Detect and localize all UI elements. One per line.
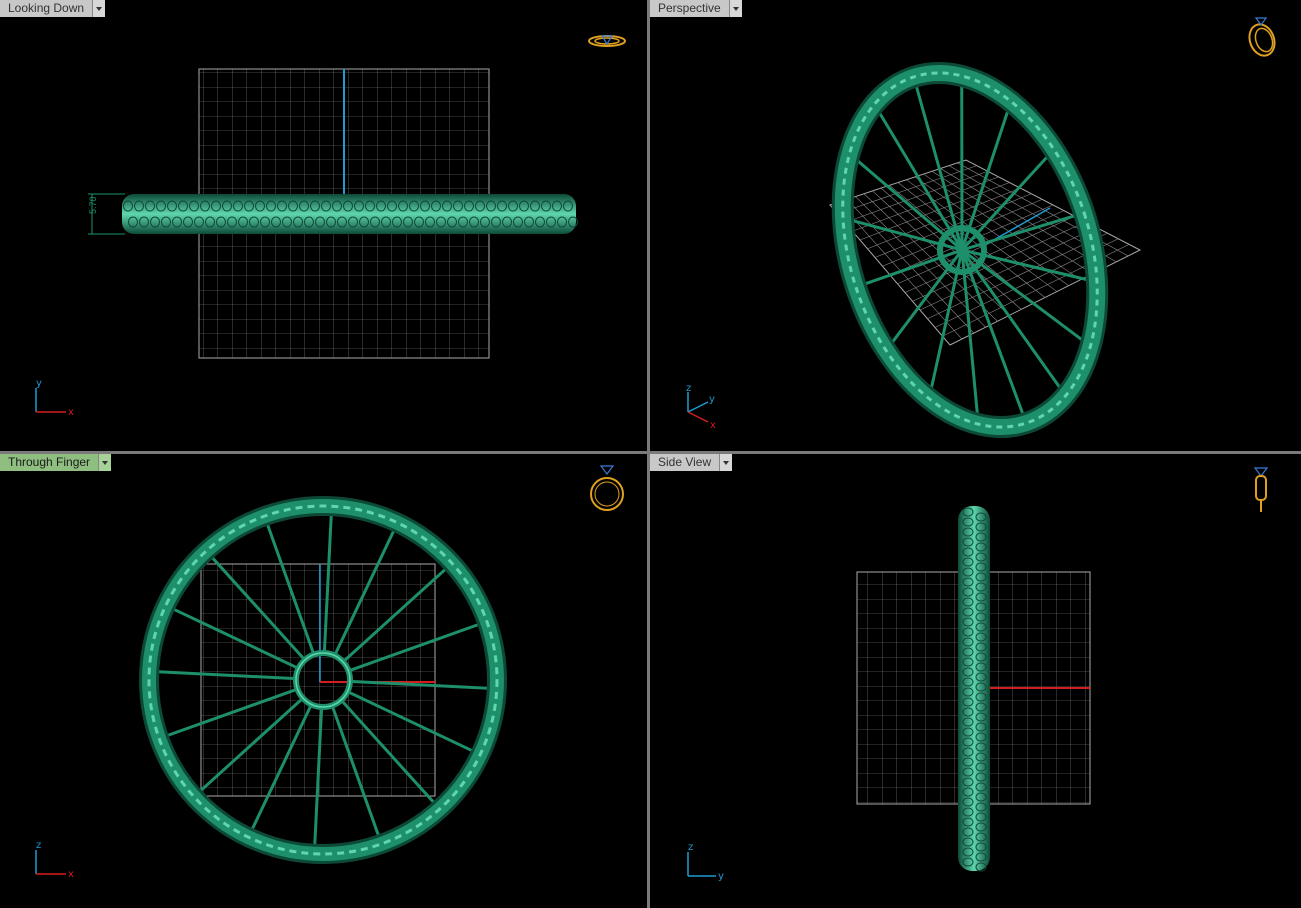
- viewport-through-finger[interactable]: z x Through Finger: [0, 454, 647, 908]
- viewport-tab-perspective[interactable]: Perspective: [650, 0, 742, 17]
- viewport-title: Perspective: [650, 0, 729, 17]
- svg-text:z: z: [36, 840, 41, 851]
- ring-band: [122, 194, 576, 234]
- ring-spokes: [842, 75, 1098, 425]
- svg-text:y: y: [709, 394, 715, 405]
- viewport-scene: z x: [35, 496, 507, 880]
- svg-text:x: x: [68, 869, 74, 880]
- axis-triad: z y: [687, 842, 724, 882]
- chevron-down-icon[interactable]: [719, 454, 733, 471]
- viewport-tab-looking-down[interactable]: Looking Down: [0, 0, 106, 17]
- viewport-scene: z y x: [686, 61, 1142, 439]
- svg-text:z: z: [688, 842, 693, 853]
- axis-triad: z x: [35, 840, 74, 880]
- ring-side-icon: [1253, 467, 1269, 512]
- chevron-down-icon[interactable]: [98, 454, 112, 471]
- dimension-label: 5.70: [88, 196, 98, 214]
- viewport-scene: 5.70 y x: [35, 68, 578, 418]
- svg-text:x: x: [68, 407, 74, 418]
- axis-triad: y x: [35, 378, 74, 418]
- viewport-looking-down[interactable]: 5.70 y x Looking Down: [0, 0, 647, 451]
- viewport-perspective[interactable]: z y x Perspective: [650, 0, 1301, 451]
- viewport-tab-side-view[interactable]: Side View: [650, 454, 733, 471]
- svg-text:x: x: [710, 420, 716, 431]
- viewport-tab-through-finger[interactable]: Through Finger: [0, 454, 112, 471]
- viewport-side-view[interactable]: z y Side View: [650, 454, 1301, 908]
- svg-text:z: z: [686, 383, 691, 394]
- viewport-title: Looking Down: [0, 0, 93, 17]
- viewport-title: Through Finger: [0, 454, 99, 471]
- chevron-down-icon[interactable]: [92, 0, 106, 17]
- viewport-splitter-vertical[interactable]: [647, 0, 650, 908]
- axis-triad: z y x: [686, 383, 716, 431]
- svg-text:y: y: [36, 378, 42, 389]
- viewport-splitter-horizontal[interactable]: [0, 451, 1301, 454]
- ring-top-icon: [588, 35, 626, 47]
- chevron-down-icon[interactable]: [728, 0, 742, 17]
- svg-text:y: y: [718, 871, 724, 882]
- viewport-scene: z y: [687, 506, 1091, 882]
- viewport-title: Side View: [650, 454, 720, 471]
- ring-perspective-icon: [1248, 17, 1276, 57]
- ring-front-icon: [590, 465, 624, 511]
